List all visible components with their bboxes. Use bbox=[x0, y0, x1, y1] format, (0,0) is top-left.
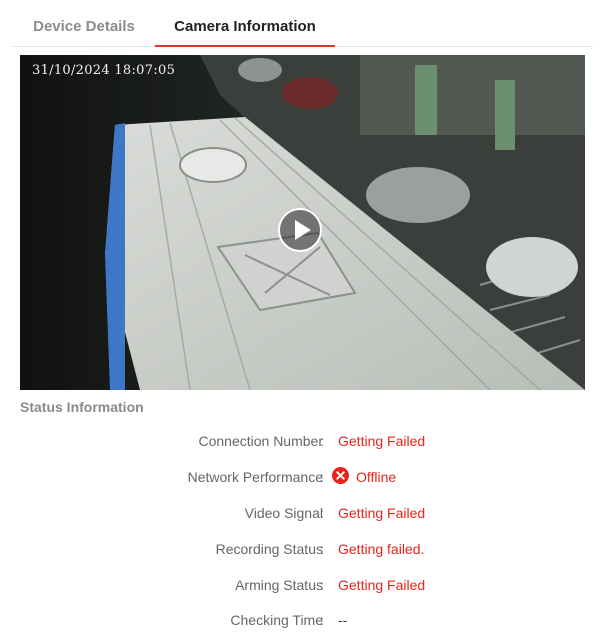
play-icon[interactable] bbox=[278, 208, 322, 252]
status-value: Offline bbox=[356, 469, 397, 485]
status-colon: : bbox=[320, 612, 324, 628]
status-row-video-signal: Video Signal : Getting Failed bbox=[0, 505, 601, 525]
status-row-connection-number: Connection Number : Getting Failed bbox=[0, 433, 601, 453]
status-row-arming-status: Arming Status : Getting Failed bbox=[0, 577, 601, 597]
status-label: Arming Status bbox=[235, 577, 323, 593]
status-value: Getting Failed bbox=[338, 577, 426, 593]
status-label: Recording Status bbox=[215, 541, 323, 557]
video-timestamp: 31/10/2024 18:07:05 bbox=[32, 63, 176, 78]
status-value: -- bbox=[338, 612, 348, 628]
status-value: Getting Failed bbox=[338, 433, 426, 449]
status-label: Network Performance bbox=[187, 469, 323, 485]
video-preview[interactable]: 31/10/2024 18:07:05 bbox=[20, 55, 585, 390]
tab-bar: Device Details Camera Information bbox=[12, 0, 593, 47]
status-row-checking-time: Checking Time : -- bbox=[0, 612, 601, 632]
tab-camera-information[interactable]: Camera Information bbox=[155, 0, 335, 47]
status-label: Video Signal bbox=[244, 505, 323, 521]
status-row-network-performance: Network Performance : Offline bbox=[0, 467, 601, 489]
status-row-recording-status: Recording Status : Getting failed. bbox=[0, 541, 601, 561]
status-colon: : bbox=[320, 433, 324, 449]
tab-device-details[interactable]: Device Details bbox=[30, 0, 138, 46]
status-label: Connection Number bbox=[198, 433, 323, 449]
status-label: Checking Time bbox=[230, 612, 323, 628]
status-colon: : bbox=[320, 505, 324, 521]
status-section-title: Status Information bbox=[20, 399, 144, 415]
status-value: Getting Failed bbox=[338, 505, 426, 521]
status-colon: : bbox=[320, 469, 324, 485]
status-colon: : bbox=[320, 577, 324, 593]
status-colon: : bbox=[320, 541, 324, 557]
error-circle-icon bbox=[332, 467, 349, 484]
status-value: Getting failed. bbox=[338, 541, 425, 557]
